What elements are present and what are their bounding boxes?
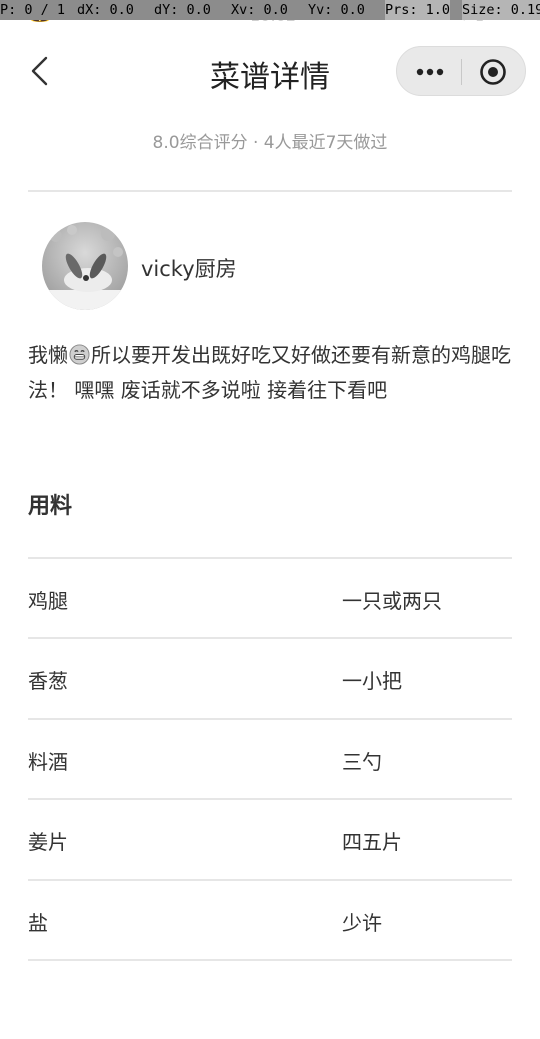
ingredient-amount: 四五片	[342, 830, 402, 854]
ingredient-row: 香葱 一小把	[28, 637, 512, 717]
more-button[interactable]	[415, 57, 445, 87]
target-circle-icon	[480, 59, 506, 85]
ingredient-row: 姜片 四五片	[28, 798, 512, 878]
more-dots-icon	[416, 68, 444, 76]
rabbit-avatar-icon	[42, 222, 128, 310]
ingredient-row: 鸡腿 一只或两只	[28, 557, 512, 637]
overlay-xv: Xv: 0.0	[231, 2, 288, 18]
overlay-size: Size: 0.19	[462, 0, 540, 20]
ingredient-row-partial	[28, 959, 512, 1039]
close-miniprogram-button[interactable]	[479, 58, 507, 86]
pointer-debug-overlay: P: 0 / 1 dX: 0.0 dY: 0.0 Xv: 0.0 Yv: 0.0…	[0, 0, 540, 20]
menu-capsule	[396, 46, 526, 96]
author-name[interactable]: vicky厨房	[141, 253, 237, 283]
capsule-divider	[461, 59, 462, 85]
status-bar: 🔔 10:02 ▼ ▮100 P: 0 / 1 dX: 0.0 dY: 0.0 …	[0, 0, 540, 34]
ingredient-row: 盐 少许	[28, 879, 512, 959]
overlay-yv: Yv: 0.0	[308, 2, 365, 18]
ingredient-name: 鸡腿	[28, 589, 68, 613]
ingredients-title: 用料	[28, 494, 73, 519]
recipe-description: 我懒 所以要开发出既好吃又好做还要有新意的鸡腿吃法！ 嘿嘿 废话就不多说啦 接着…	[28, 338, 514, 408]
author-avatar[interactable]	[42, 222, 128, 310]
ingredient-amount: 少许	[342, 911, 382, 935]
description-text-start: 我懒	[28, 343, 68, 367]
divider	[28, 190, 512, 192]
overlay-dx: dX: 0.0	[77, 2, 134, 18]
ingredient-name: 姜片	[28, 830, 68, 854]
ingredient-name: 盐	[28, 911, 48, 935]
grinning-emoji-icon	[69, 344, 90, 365]
description-text-rest: 所以要开发出既好吃又好做还要有新意的鸡腿吃法！ 嘿嘿 废话就不多说啦 接着往下看…	[28, 343, 511, 402]
rating-summary: 8.0综合评分 · 4人最近7天做过	[152, 133, 388, 153]
ingredient-amount: 一小把	[342, 669, 402, 693]
ingredient-amount: 一只或两只	[342, 589, 442, 613]
overlay-dy: dY: 0.0	[154, 2, 211, 18]
ingredient-amount: 三勺	[342, 750, 382, 774]
overlay-pointer: P: 0 / 1	[0, 2, 66, 18]
navbar: 菜谱详情	[0, 34, 540, 110]
ingredient-name: 香葱	[28, 669, 68, 693]
ingredient-name: 料酒	[28, 750, 68, 774]
ingredient-row: 料酒 三勺	[28, 718, 512, 798]
overlay-prs: Prs: 1.0	[385, 0, 451, 20]
